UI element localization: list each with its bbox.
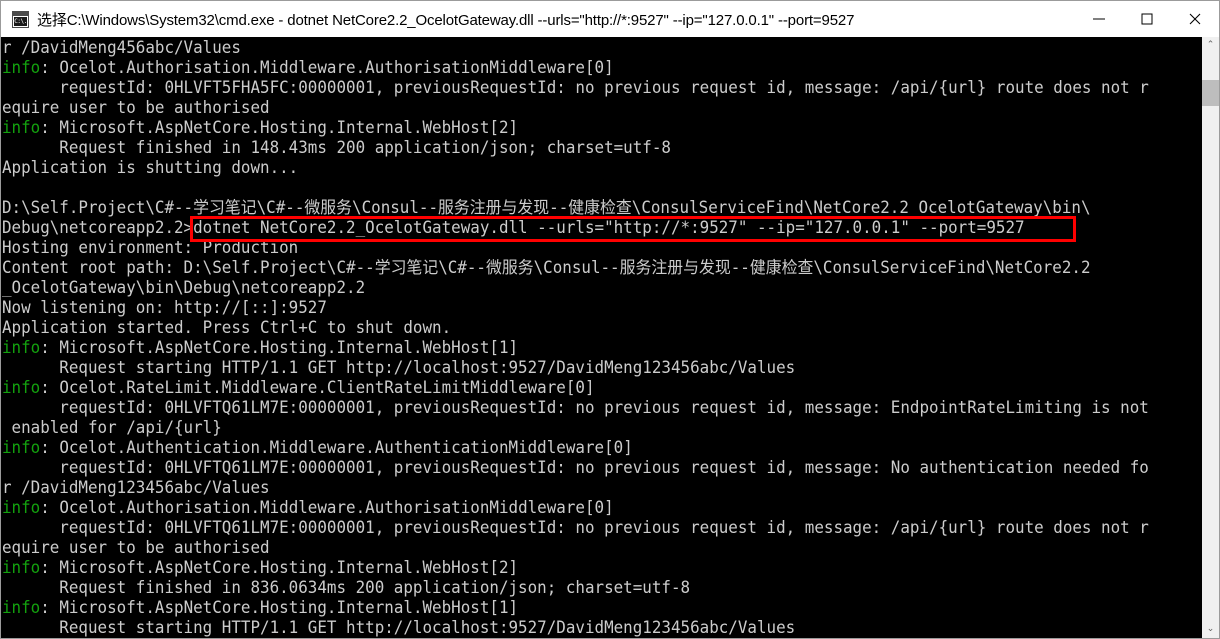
console-line-text: requestId: 0HLVFTQ61LM7E:00000001, previ… xyxy=(1,398,1149,417)
console-line-text: Application started. Press Ctrl+C to shu… xyxy=(1,318,452,337)
window-title: 选择C:\Windows\System32\cmd.exe - dotnet N… xyxy=(37,11,855,29)
console-line-text: enabled for /api/{url} xyxy=(1,418,222,437)
console-line-text: Request starting HTTP/1.1 GET http://loc… xyxy=(1,358,796,377)
console-line-text: Content root path: D:\Self.Project\C#--学… xyxy=(1,258,1091,277)
console-line: Application started. Press Ctrl+C to shu… xyxy=(1,318,1164,338)
console-line-text: : Microsoft.AspNetCore.Hosting.Internal.… xyxy=(40,118,519,137)
console-line-text: r /DavidMeng456abc/Values xyxy=(1,38,241,57)
console-line-text: requestId: 0HLVFTQ61LM7E:00000001, previ… xyxy=(1,518,1149,537)
console-line: Application is shutting down... xyxy=(1,158,1164,178)
console-line-text: : Microsoft.AspNetCore.Hosting.Internal.… xyxy=(40,558,519,577)
console-line: Request starting HTTP/1.1 GET http://loc… xyxy=(1,618,1164,638)
console-line-text: Hosting environment: Production xyxy=(1,238,299,257)
console-line: info: Ocelot.Authorisation.Middleware.Au… xyxy=(1,58,1164,78)
log-level-info: info xyxy=(1,378,41,397)
console-line: Hosting environment: Production xyxy=(1,238,1164,258)
console-line-text: Request finished in 148.43ms 200 applica… xyxy=(1,138,671,157)
console-line: equire user to be authorised xyxy=(1,538,1164,558)
console-output[interactable]: r /DavidMeng456abc/Values info: Ocelot.Au… xyxy=(1,37,1202,638)
console-line-text: : Ocelot.Authorisation.Middleware.Author… xyxy=(40,58,614,77)
console-line: Request finished in 148.43ms 200 applica… xyxy=(1,138,1164,158)
console-line: Request starting HTTP/1.1 GET http://loc… xyxy=(1,358,1164,378)
console-line: info: Microsoft.AspNetCore.Hosting.Inter… xyxy=(1,598,1164,618)
console-line: requestId: 0HLVFT5FHA5FC:00000001, previ… xyxy=(1,78,1164,98)
console-line: Now listening on: http://[::]:9527 xyxy=(1,298,1164,318)
console-line: r /DavidMeng456abc/Values xyxy=(1,38,1164,58)
console-line-text: : Ocelot.Authentication.Middleware.Authe… xyxy=(40,438,633,457)
console-line: D:\Self.Project\C#--学习笔记\C#--微服务\Consul-… xyxy=(1,198,1164,218)
console-line: _OcelotGateway\bin\Debug\netcoreapp2.2 xyxy=(1,278,1164,298)
console-line: equire user to be authorised xyxy=(1,98,1164,118)
console-line-text: Request finished in 836.0634ms 200 appli… xyxy=(1,578,691,597)
log-level-info: info xyxy=(1,598,41,617)
window-controls xyxy=(1075,1,1219,37)
scroll-up-arrow-icon[interactable]: ⌃ xyxy=(1202,37,1219,54)
console-line: Debug\netcoreapp2.2>dotnet NetCore2.2_Oc… xyxy=(1,218,1164,238)
cmd-icon-titlestripe xyxy=(13,11,28,16)
console-line: info: Microsoft.AspNetCore.Hosting.Inter… xyxy=(1,338,1164,358)
cmd-icon[interactable]: C:\. xyxy=(12,10,29,28)
console-line: info: Microsoft.AspNetCore.Hosting.Inter… xyxy=(1,118,1164,138)
console-line-text: Now listening on: http://[::]:9527 xyxy=(1,298,327,317)
console-line: r /DavidMeng123456abc/Values xyxy=(1,478,1164,498)
console-scrollbar[interactable]: ⌃ ⌄ xyxy=(1202,37,1219,638)
console-window: C:\. 选择C:\Windows\System32\cmd.exe - dot… xyxy=(0,0,1220,639)
console-line: info: Ocelot.Authorisation.Middleware.Au… xyxy=(1,498,1164,518)
title-bar[interactable]: C:\. 选择C:\Windows\System32\cmd.exe - dot… xyxy=(0,0,1220,37)
console-line-text: r /DavidMeng123456abc/Values xyxy=(1,478,270,497)
console-line-text: : Microsoft.AspNetCore.Hosting.Internal.… xyxy=(40,338,519,357)
console-line: requestId: 0HLVFTQ61LM7E:00000001, previ… xyxy=(1,458,1164,478)
log-level-info: info xyxy=(1,558,41,577)
console-area[interactable]: r /DavidMeng456abc/Values info: Ocelot.Au… xyxy=(0,37,1220,639)
console-line: info: Microsoft.AspNetCore.Hosting.Inter… xyxy=(1,558,1164,578)
console-line-text: : Ocelot.RateLimit.Middleware.ClientRate… xyxy=(40,378,595,397)
console-line-text: requestId: 0HLVFT5FHA5FC:00000001, previ… xyxy=(1,78,1149,97)
minimize-button[interactable] xyxy=(1075,1,1123,37)
console-line-text: Request starting HTTP/1.1 GET http://loc… xyxy=(1,618,796,637)
scrollbar-track[interactable] xyxy=(1202,54,1219,621)
console-line: requestId: 0HLVFTQ61LM7E:00000001, previ… xyxy=(1,398,1164,418)
scroll-down-arrow-icon[interactable]: ⌄ xyxy=(1202,621,1219,638)
console-line-text: : Ocelot.Authorisation.Middleware.Author… xyxy=(40,498,614,517)
console-line-text: : Microsoft.AspNetCore.Hosting.Internal.… xyxy=(40,598,519,617)
console-line: Request finished in 836.0634ms 200 appli… xyxy=(1,578,1164,598)
console-line-text: requestId: 0HLVFTQ61LM7E:00000001, previ… xyxy=(1,458,1149,477)
cmd-icon-prompt: C:\. xyxy=(14,16,27,26)
log-level-info: info xyxy=(1,118,41,137)
console-line: enabled for /api/{url} xyxy=(1,418,1164,438)
maximize-button[interactable] xyxy=(1123,1,1171,37)
scrollbar-thumb[interactable] xyxy=(1202,80,1219,106)
log-level-info: info xyxy=(1,498,41,517)
console-line-text: equire user to be authorised xyxy=(1,98,270,117)
console-line-text: D:\Self.Project\C#--学习笔记\C#--微服务\Consul-… xyxy=(1,198,1091,217)
console-line-text: Debug\netcoreapp2.2>dotnet NetCore2.2_Oc… xyxy=(1,218,1025,237)
console-line-text: _OcelotGateway\bin\Debug\netcoreapp2.2 xyxy=(1,278,366,297)
log-level-info: info xyxy=(1,438,41,457)
console-line: info: Ocelot.Authentication.Middleware.A… xyxy=(1,438,1164,458)
console-line: requestId: 0HLVFTQ61LM7E:00000001, previ… xyxy=(1,518,1164,538)
log-level-info: info xyxy=(1,58,41,77)
close-button[interactable] xyxy=(1171,1,1219,37)
log-level-info: info xyxy=(1,338,41,357)
console-line: Content root path: D:\Self.Project\C#--学… xyxy=(1,258,1164,278)
console-line-text: Application is shutting down... xyxy=(1,158,299,177)
console-line-text: equire user to be authorised xyxy=(1,538,270,557)
console-line: info: Ocelot.RateLimit.Middleware.Client… xyxy=(1,378,1164,398)
